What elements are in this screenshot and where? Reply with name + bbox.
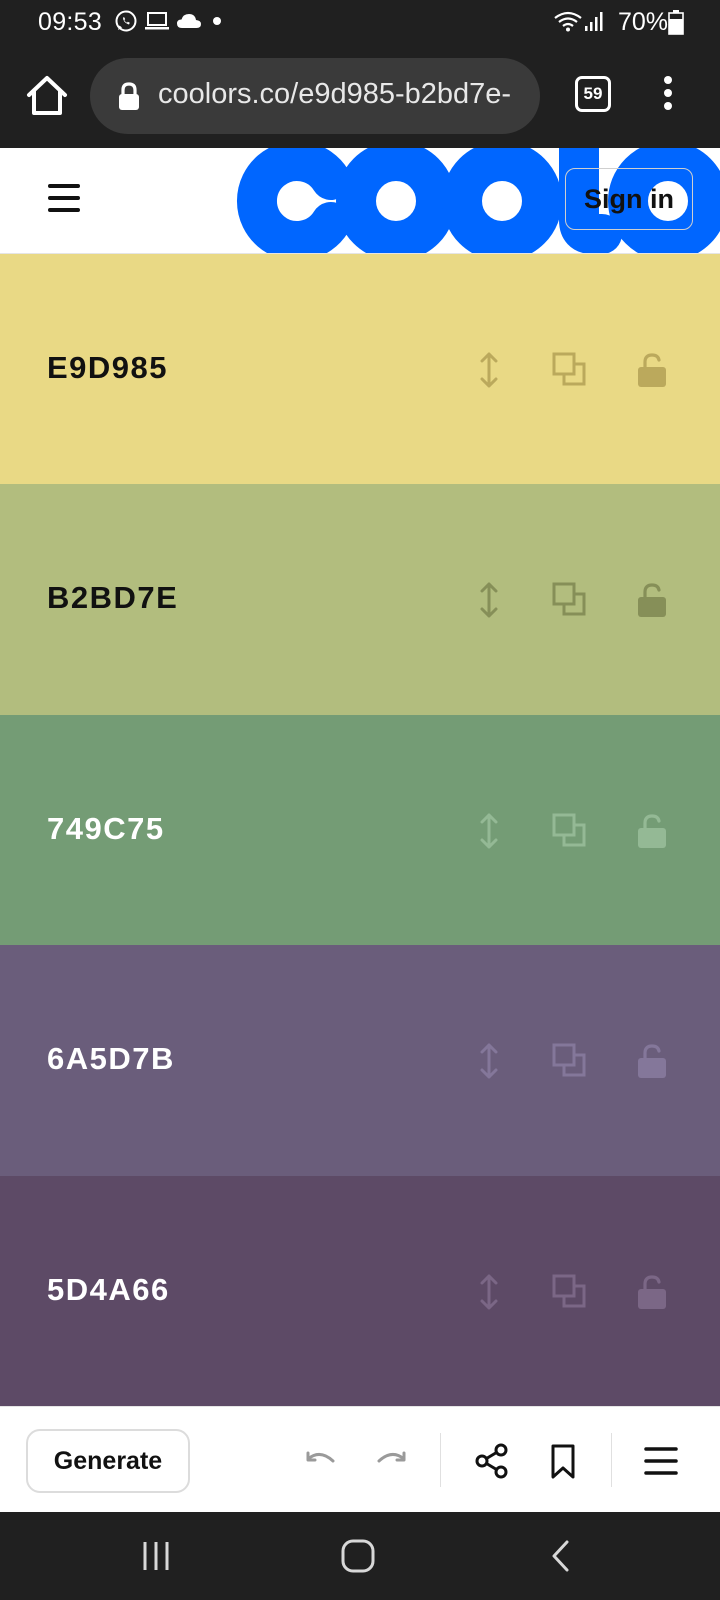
menu-icon[interactable] bbox=[641, 1441, 681, 1481]
drag-icon[interactable] bbox=[469, 350, 509, 390]
unlock-icon[interactable] bbox=[632, 1272, 672, 1312]
bookmark-icon[interactable] bbox=[543, 1441, 583, 1481]
url-text: coolors.co/e9d985-b2bd7e- bbox=[158, 78, 512, 110]
copy-icon[interactable] bbox=[550, 350, 590, 390]
color-hex-label[interactable]: 5D4A66 bbox=[47, 1272, 170, 1308]
recent-apps-icon[interactable] bbox=[138, 1538, 174, 1574]
wifi-icon bbox=[554, 11, 582, 32]
drag-icon[interactable] bbox=[469, 580, 509, 620]
signal-icon bbox=[585, 12, 603, 31]
whatsapp-icon bbox=[115, 10, 137, 32]
battery-icon bbox=[668, 10, 684, 35]
sign-in-button[interactable]: Sign in bbox=[565, 168, 693, 230]
status-time: 09:53 bbox=[38, 8, 103, 36]
copy-icon[interactable] bbox=[550, 811, 590, 851]
cloud-icon bbox=[177, 14, 201, 28]
status-bar: 09:53 70% bbox=[0, 0, 720, 44]
toolbar-divider bbox=[611, 1433, 612, 1487]
copy-icon[interactable] bbox=[550, 580, 590, 620]
color-swatch[interactable]: E9D985 bbox=[0, 254, 720, 485]
drag-icon[interactable] bbox=[469, 811, 509, 851]
copy-icon[interactable] bbox=[550, 1041, 590, 1081]
browser-toolbar: coolors.co/e9d985-b2bd7e- 59 bbox=[0, 44, 720, 148]
undo-icon[interactable] bbox=[300, 1441, 340, 1481]
unlock-icon[interactable] bbox=[632, 1041, 672, 1081]
tab-switcher-button[interactable]: 59 bbox=[575, 76, 611, 112]
drag-icon[interactable] bbox=[469, 1272, 509, 1312]
kebab-menu-icon[interactable] bbox=[650, 72, 686, 120]
app-header: Sign in bbox=[0, 148, 720, 254]
back-icon[interactable] bbox=[544, 1538, 580, 1574]
hamburger-icon[interactable] bbox=[48, 184, 80, 214]
lock-icon bbox=[119, 82, 139, 110]
color-hex-label[interactable]: 749C75 bbox=[47, 811, 165, 847]
share-icon[interactable] bbox=[472, 1441, 512, 1481]
color-swatch[interactable]: 6A5D7B bbox=[0, 945, 720, 1176]
unlock-icon[interactable] bbox=[632, 580, 672, 620]
color-swatch[interactable]: 5D4A66 bbox=[0, 1175, 720, 1406]
color-hex-label[interactable]: E9D985 bbox=[47, 350, 168, 386]
color-swatch[interactable]: 749C75 bbox=[0, 714, 720, 946]
dot-icon bbox=[213, 17, 221, 25]
toolbar-divider bbox=[440, 1433, 441, 1487]
system-nav-bar bbox=[0, 1512, 720, 1600]
generate-button[interactable]: Generate bbox=[26, 1429, 190, 1493]
unlock-icon[interactable] bbox=[632, 811, 672, 851]
color-swatch[interactable]: B2BD7E bbox=[0, 484, 720, 715]
color-hex-label[interactable]: B2BD7E bbox=[47, 580, 178, 616]
unlock-icon[interactable] bbox=[632, 350, 672, 390]
laptop-icon bbox=[145, 12, 169, 30]
drag-icon[interactable] bbox=[469, 1041, 509, 1081]
palette: E9D985 B2BD7E 749C75 6A5D7B 5D4A66 bbox=[0, 254, 720, 1406]
redo-icon[interactable] bbox=[372, 1441, 412, 1481]
color-hex-label[interactable]: 6A5D7B bbox=[47, 1041, 175, 1077]
home-icon[interactable] bbox=[22, 70, 72, 120]
address-bar[interactable]: coolors.co/e9d985-b2bd7e- bbox=[90, 58, 540, 134]
battery-level: 70% bbox=[617, 8, 668, 36]
copy-icon[interactable] bbox=[550, 1272, 590, 1312]
home-button-icon[interactable] bbox=[340, 1538, 376, 1574]
app-toolbar: Generate bbox=[0, 1406, 720, 1512]
